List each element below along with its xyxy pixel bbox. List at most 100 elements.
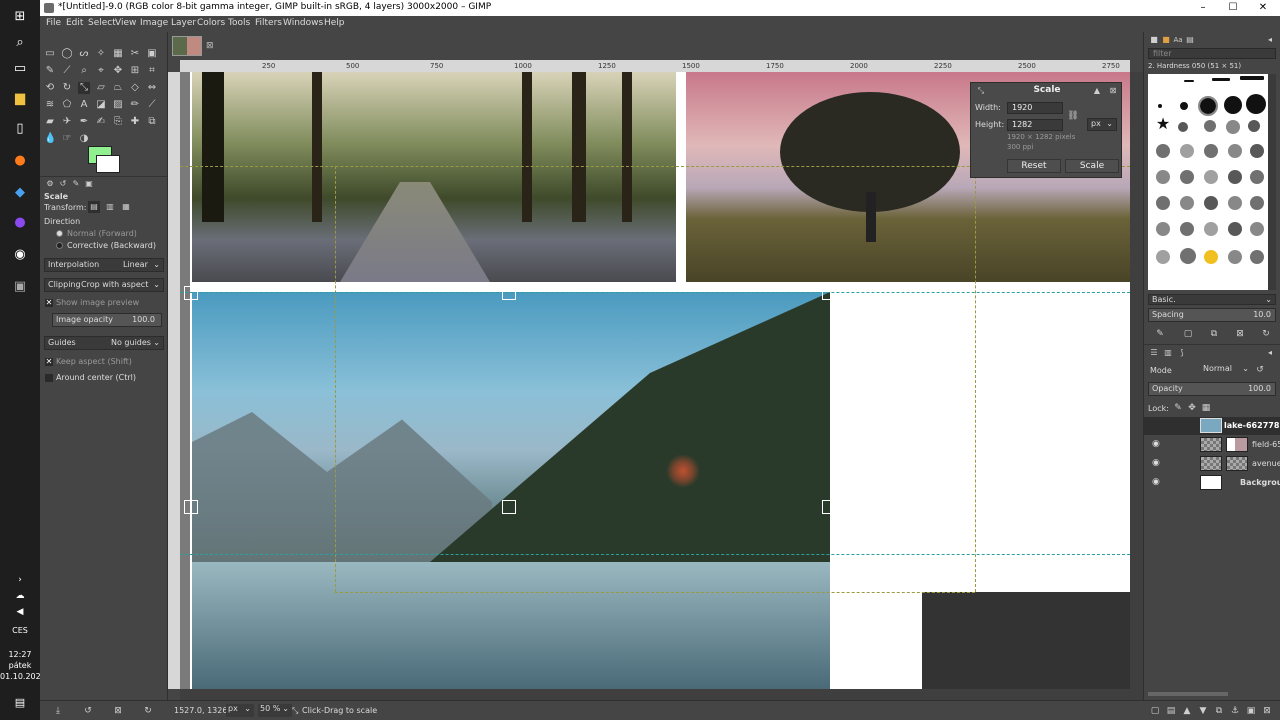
menu-view[interactable]: View [115, 18, 136, 28]
tool-options-tab-icon[interactable]: ⚙ [44, 178, 56, 190]
height-input[interactable]: 1282 [1007, 119, 1063, 131]
mypaint-icon[interactable]: ✍ [95, 116, 107, 128]
lower-layer-icon[interactable]: ▼ [1197, 705, 1209, 717]
direction-normal-radio[interactable] [56, 230, 63, 237]
language-indicator[interactable]: CES [0, 626, 40, 635]
menu-help[interactable]: Help [324, 18, 345, 28]
brush-thumb[interactable] [1250, 170, 1264, 184]
dock-menu-icon[interactable]: ◂ [1264, 347, 1276, 359]
layer-row-lake[interactable]: lake-662778 [1144, 417, 1280, 435]
brush-thumb[interactable] [1204, 250, 1218, 264]
brush-thumb[interactable] [1180, 170, 1194, 184]
flip-icon[interactable]: ⇔ [146, 82, 158, 94]
reset-tool-options-icon[interactable]: ↻ [142, 705, 154, 717]
move-icon[interactable]: ✥ [112, 65, 124, 77]
unit-selector[interactable]: px ⌄ [226, 704, 254, 717]
brush-thumb[interactable] [1250, 144, 1264, 158]
volume-icon[interactable]: ◀ [10, 602, 30, 622]
windows-start-icon[interactable]: ⊞ [10, 6, 30, 26]
anchor-layer-icon[interactable]: ⚓ [1229, 705, 1241, 717]
clock-time[interactable]: 12:27 [0, 650, 40, 659]
foreground-select-icon[interactable]: ▣ [146, 48, 158, 60]
brush-thumb[interactable] [1212, 78, 1230, 81]
minimize-button[interactable]: – [1188, 0, 1218, 16]
new-layer-group-icon[interactable]: ▤ [1165, 705, 1177, 717]
close-icon[interactable]: ⊠ [206, 41, 214, 51]
app-purple-icon[interactable]: ● [10, 212, 30, 232]
refresh-brushes-icon[interactable]: ↻ [1260, 328, 1272, 340]
brush-thumb[interactable] [1180, 102, 1188, 110]
dodge-icon[interactable]: ◑ [78, 133, 90, 145]
brush-thumb[interactable] [1250, 250, 1264, 264]
menu-filters[interactable]: Filters [255, 18, 282, 28]
cage-icon[interactable]: ⬠ [61, 99, 73, 111]
brush-thumb[interactable] [1228, 222, 1242, 236]
brush-thumb[interactable] [1204, 222, 1218, 236]
brushes-grid[interactable]: ★ [1148, 74, 1268, 290]
task-view-icon[interactable]: ▭ [10, 58, 30, 78]
brush-thumb[interactable] [1250, 222, 1264, 236]
brush-thumb[interactable] [1156, 222, 1170, 236]
app-icon[interactable]: ◆ [10, 182, 30, 202]
layer-row-background[interactable]: ◉ Background [1144, 474, 1280, 492]
scale-handle-right[interactable] [822, 500, 836, 514]
warp-icon[interactable]: ≋ [44, 99, 56, 111]
transform-selection-icon[interactable]: ▥ [104, 201, 116, 213]
brush-thumb[interactable] [1240, 76, 1264, 80]
pin-icon[interactable]: ▲ [1091, 85, 1103, 97]
scale-tool-icon[interactable]: ⤡ [78, 82, 90, 94]
fuzzy-select-icon[interactable]: ✧ [95, 48, 107, 60]
brush-thumb[interactable] [1224, 96, 1242, 114]
undo-history-tab-icon[interactable]: ✎ [70, 178, 82, 190]
unit-combo[interactable]: px ⌄ [1087, 118, 1117, 131]
fonts-tab-icon[interactable]: Aa [1172, 34, 1184, 46]
brush-thumb[interactable] [1180, 222, 1194, 236]
menu-image[interactable]: Image [140, 18, 168, 28]
save-tool-preset-icon[interactable]: ⤓ [52, 705, 64, 717]
menu-layer[interactable]: Layer [171, 18, 196, 28]
patterns-tab-icon[interactable]: ■ [1160, 34, 1172, 46]
paths-tab-icon[interactable]: ⟆ [1176, 347, 1188, 359]
duplicate-layer-icon[interactable]: ⧉ [1213, 705, 1225, 717]
delete-layer-icon[interactable]: ⊠ [1261, 705, 1273, 717]
brush-thumb[interactable] [1180, 196, 1194, 210]
dock-menu-icon[interactable]: ◂ [1264, 34, 1276, 46]
scale-handle-top-right[interactable] [822, 286, 836, 300]
menu-tools[interactable]: Tools [228, 18, 250, 28]
scale-handle-left[interactable] [184, 500, 198, 514]
lock-pixels-icon[interactable]: ✎ [1172, 402, 1184, 414]
background-color-swatch[interactable] [96, 155, 120, 173]
paths-icon[interactable]: ✎ [44, 65, 56, 77]
brush-thumb[interactable] [1156, 144, 1170, 158]
smudge-icon[interactable]: ☞ [61, 133, 73, 145]
eye-app-icon[interactable]: ◉ [10, 244, 30, 264]
edit-brush-icon[interactable]: ✎ [1154, 328, 1166, 340]
airbrush-icon[interactable]: ✈ [61, 116, 73, 128]
menu-colors[interactable]: Colors [197, 18, 225, 28]
brush-thumb[interactable] [1228, 170, 1242, 184]
transform-layer-icon[interactable]: ▤ [88, 201, 100, 213]
brush-thumb[interactable] [1184, 80, 1194, 82]
paintbrush-icon[interactable]: ⟋ [146, 99, 158, 111]
menu-windows[interactable]: Windows [283, 18, 323, 28]
eraser-icon[interactable]: ▰ [44, 116, 56, 128]
menu-edit[interactable]: Edit [66, 18, 83, 28]
width-input[interactable]: 1920 [1007, 102, 1063, 114]
gradient-icon[interactable]: ▨ [112, 99, 124, 111]
brush-thumb[interactable] [1246, 94, 1266, 114]
close-button[interactable]: ✕ [1248, 0, 1278, 16]
brush-filter-input[interactable]: filter [1148, 48, 1276, 59]
scale-handle-center[interactable] [502, 500, 516, 514]
file-explorer-icon[interactable]: ▆ [10, 88, 30, 108]
blur-icon[interactable]: 💧 [44, 133, 56, 145]
layer-opacity-slider[interactable]: Opacity 100.0 [1148, 382, 1276, 396]
zoom-selector[interactable]: 50 % ⌄ [258, 704, 292, 717]
eye-icon[interactable]: ◉ [1152, 477, 1160, 487]
horizontal-scrollbar[interactable] [180, 689, 1130, 700]
firefox-icon[interactable]: ● [10, 150, 30, 170]
reset-button[interactable]: Reset [1007, 159, 1061, 173]
text-icon[interactable]: A [78, 99, 90, 111]
restore-tool-preset-icon[interactable]: ↺ [82, 705, 94, 717]
3d-transform-icon[interactable]: ◇ [129, 82, 141, 94]
measure-icon[interactable]: ⌖ [95, 65, 107, 77]
